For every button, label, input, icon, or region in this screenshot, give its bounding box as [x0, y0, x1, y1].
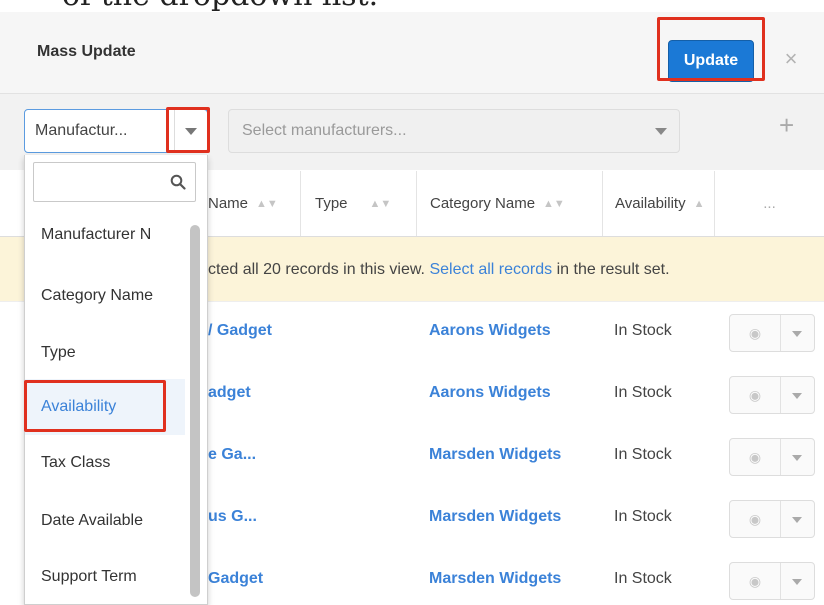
- availability-value: In Stock: [614, 322, 672, 339]
- column-type[interactable]: Type ▲▼: [300, 171, 416, 236]
- category-link[interactable]: Aarons Widgets: [429, 322, 551, 340]
- field-select-value: Manufactur...: [35, 122, 128, 139]
- add-field-icon[interactable]: +: [779, 112, 794, 138]
- row-actions[interactable]: ◉: [729, 376, 815, 414]
- record-name-link[interactable]: Gadget: [208, 570, 263, 588]
- row-actions[interactable]: ◉: [729, 500, 815, 538]
- more-icon: ...: [763, 195, 776, 212]
- category-link[interactable]: Marsden Widgets: [429, 508, 561, 526]
- eye-icon[interactable]: ◉: [730, 315, 781, 351]
- record-name-link[interactable]: adget: [208, 384, 251, 402]
- chevron-down-icon[interactable]: [792, 393, 802, 399]
- field-select-toggle[interactable]: [174, 110, 207, 152]
- banner-text: cted all 20 records in this view. Select…: [208, 261, 670, 278]
- chevron-down-icon[interactable]: [792, 579, 802, 585]
- field-dropdown-list: Manufacturer N Category Name Type Availa…: [24, 155, 208, 605]
- sort-icon: ▲▼: [543, 197, 565, 210]
- sort-icon: ▲▼: [369, 197, 392, 210]
- column-availability[interactable]: Availability ▲: [602, 171, 714, 236]
- values-placeholder: Select manufacturers...: [242, 122, 407, 139]
- availability-value: In Stock: [614, 508, 672, 525]
- chevron-down-icon[interactable]: [792, 331, 802, 337]
- record-name-link[interactable]: e Ga...: [208, 446, 256, 464]
- column-category-name[interactable]: Category Name ▲▼: [416, 171, 602, 236]
- sort-icon: ▲▼: [256, 197, 278, 210]
- chevron-down-icon[interactable]: [792, 517, 802, 523]
- dropdown-option[interactable]: Manufacturer N: [25, 207, 185, 263]
- column-label: Availability: [615, 195, 686, 212]
- row-actions[interactable]: ◉: [729, 438, 815, 476]
- dropdown-option[interactable]: Support Term: [25, 549, 185, 604]
- sort-icon: ▲: [693, 197, 705, 210]
- dropdown-search-input[interactable]: [33, 162, 196, 202]
- column-label: Name: [208, 195, 249, 212]
- category-link[interactable]: Aarons Widgets: [429, 384, 551, 402]
- search-icon: [170, 174, 186, 190]
- manufacturer-values-select[interactable]: Select manufacturers...: [228, 109, 680, 153]
- modal-header: Mass Update Update ×: [0, 12, 824, 94]
- chevron-down-icon: [185, 127, 197, 135]
- record-name-link[interactable]: us G...: [208, 508, 257, 526]
- dropdown-scrollbar[interactable]: [190, 225, 200, 597]
- column-label: Category Name: [430, 195, 536, 212]
- chevron-down-icon: [655, 128, 667, 135]
- category-link[interactable]: Marsden Widgets: [429, 446, 561, 464]
- dropdown-option-selected[interactable]: Availability: [25, 379, 185, 435]
- record-name-link[interactable]: / Gadget: [208, 322, 272, 340]
- dropdown-option[interactable]: Category Name: [25, 268, 185, 324]
- column-actions[interactable]: ...: [714, 171, 824, 236]
- eye-icon[interactable]: ◉: [730, 439, 781, 475]
- eye-icon[interactable]: ◉: [730, 501, 781, 537]
- update-button[interactable]: Update: [668, 40, 754, 82]
- select-all-records-link[interactable]: Select all records: [429, 261, 552, 278]
- column-name[interactable]: Name ▲▼: [200, 171, 300, 236]
- availability-value: In Stock: [614, 384, 672, 401]
- availability-value: In Stock: [614, 446, 672, 463]
- category-link[interactable]: Marsden Widgets: [429, 570, 561, 588]
- close-icon[interactable]: ×: [780, 48, 802, 70]
- chevron-down-icon[interactable]: [792, 455, 802, 461]
- availability-value: In Stock: [614, 570, 672, 587]
- field-select[interactable]: Manufactur...: [24, 109, 208, 153]
- row-actions[interactable]: ◉: [729, 562, 815, 600]
- eye-icon[interactable]: ◉: [730, 563, 781, 599]
- column-label: Type: [315, 195, 348, 212]
- row-actions[interactable]: ◉: [729, 314, 815, 352]
- eye-icon[interactable]: ◉: [730, 377, 781, 413]
- dropdown-option[interactable]: Type: [25, 325, 185, 381]
- dropdown-option[interactable]: Tax Class: [25, 435, 185, 491]
- page-title: Mass Update: [37, 43, 136, 60]
- dropdown-option[interactable]: Date Available: [25, 493, 185, 549]
